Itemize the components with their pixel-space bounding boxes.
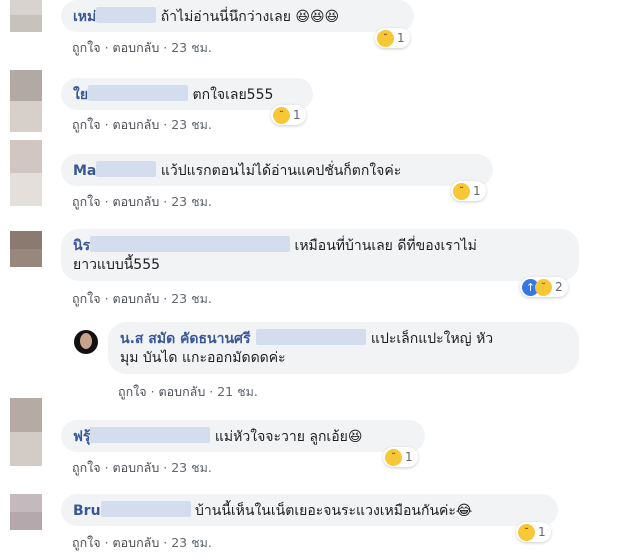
like-link[interactable]: ถูกใจ: [72, 460, 101, 475]
comment-author[interactable]: Bru: [73, 503, 101, 519]
like-link[interactable]: ถูกใจ: [72, 194, 101, 209]
comment-bubble: เหม่ ถ้าไม่อ่านนี่นึกว่างเลย 😆😆😆: [61, 0, 414, 32]
comment-author[interactable]: น.ส สมัด คัดธนานศรี: [120, 331, 250, 347]
reply-link[interactable]: ตอบกลับ: [113, 194, 160, 209]
comment-time[interactable]: 23 ชม.: [171, 460, 212, 475]
comment-text: แม่หัวใจจะวาย ลูกเอ้ย😆: [214, 429, 363, 445]
comment-bubble: น.ส สมัด คัดธนานศรี แปะเล็กแปะใหญ่ หัว ม…: [108, 322, 579, 374]
comment-text: แว้ปแรกตอนไม่ได้อ่านแคปชั่นก็ตกใจค่ะ: [160, 163, 402, 179]
comment-author[interactable]: นิร: [73, 238, 90, 254]
comment-text: บ้านนี้เห็นในเน็ตเยอะจนระแวงเหมือนกันค่ะ…: [195, 503, 473, 519]
comment-actions: ถูกใจ · ตอบกลับ · 23 ชม.: [72, 40, 212, 55]
comment-actions: ถูกใจ · ตอบกลับ · 23 ชม.: [72, 291, 212, 306]
reply-link[interactable]: ตอบกลับ: [113, 291, 160, 306]
avatar[interactable]: [10, 70, 42, 132]
haha-icon: ˘: [273, 106, 290, 124]
comment-time[interactable]: 23 ชม.: [171, 40, 212, 55]
comment-bubble: Bru บ้านนี้เห็นในเน็ตเยอะจนระแวงเหมือนกั…: [61, 494, 558, 526]
comment-text-line1: เหมือนที่บ้านเลย ดีที่ของเราไม่: [294, 238, 477, 254]
blurred-name: [96, 161, 157, 177]
reply-link[interactable]: ตอบกลับ: [113, 117, 160, 132]
reaction-count[interactable]: ˘ 1: [375, 28, 410, 48]
comment-author[interactable]: ใย: [73, 87, 88, 103]
like-link[interactable]: ถูกใจ: [72, 40, 101, 55]
avatar[interactable]: [10, 494, 42, 530]
like-link[interactable]: ถูกใจ: [72, 535, 101, 550]
blurred-name: [96, 7, 157, 23]
comment-bubble: ใย ตกใจเลย555: [61, 78, 313, 110]
haha-icon: ˘: [518, 523, 535, 541]
like-link[interactable]: ถูกใจ: [72, 117, 101, 132]
comment-time[interactable]: 21 ชม.: [217, 384, 258, 399]
comment-text: ถ้าไม่อ่านนี่นึกว่างเลย 😆😆😆: [160, 9, 340, 25]
reaction-count[interactable]: ˘ 1: [451, 181, 486, 201]
haha-icon: ˘: [453, 182, 470, 200]
avatar[interactable]: [10, 231, 42, 267]
comment-time[interactable]: 23 ชม.: [171, 291, 212, 306]
comment-time[interactable]: 23 ชม.: [171, 535, 212, 550]
comment-text-line2: มุม บันได แกะออกมัดดดค่ะ: [120, 350, 286, 366]
reaction-count[interactable]: ˘ 1: [271, 105, 306, 125]
comment-actions: ถูกใจ · ตอบกลับ · 23 ชม.: [72, 460, 212, 475]
reaction-count[interactable]: ↑ ˘ 2: [520, 277, 568, 297]
comment-actions: ถูกใจ · ตอบกลับ · 21 ชม.: [118, 384, 258, 399]
comment-text-line1: แปะเล็กแปะใหญ่ หัว: [370, 331, 494, 347]
avatar[interactable]: [10, 0, 42, 32]
haha-icon: ˘: [385, 448, 402, 466]
reply-link[interactable]: ตอบกลับ: [159, 384, 206, 399]
comment-bubble: ฟรุ้ แม่หัวใจจะวาย ลูกเอ้ย😆: [61, 420, 425, 452]
comment-bubble: Ma แว้ปแรกตอนไม่ได้อ่านแคปชั่นก็ตกใจค่ะ: [61, 154, 493, 186]
reaction-count[interactable]: ˘ 1: [516, 522, 551, 542]
haha-icon: ˘: [535, 278, 552, 296]
reply-link[interactable]: ตอบกลับ: [113, 40, 160, 55]
haha-icon: ˘: [377, 29, 394, 47]
avatar[interactable]: [10, 140, 42, 206]
comment-actions: ถูกใจ · ตอบกลับ · 23 ชม.: [72, 194, 212, 209]
comment-actions: ถูกใจ · ตอบกลับ · 23 ชม.: [72, 117, 212, 132]
comment-bubble: นิร เหมือนที่บ้านเลย ดีที่ของเราไม่ ยาวแ…: [61, 229, 579, 281]
blurred-name: [88, 85, 189, 101]
blurred-name: [256, 329, 367, 345]
comment-time[interactable]: 23 ชม.: [171, 194, 212, 209]
reaction-count[interactable]: ˘ 1: [383, 447, 418, 467]
like-link[interactable]: ถูกใจ: [72, 291, 101, 306]
comment-text-line2: ยาวแบบนี้555: [73, 257, 161, 273]
comment-author[interactable]: Ma: [73, 163, 96, 179]
blurred-name: [90, 427, 211, 443]
blurred-name: [100, 501, 191, 517]
avatar[interactable]: [10, 398, 42, 466]
comment-actions: ถูกใจ · ตอบกลับ · 23 ชม.: [72, 535, 212, 550]
comment-text: ตกใจเลย555: [192, 87, 274, 103]
avatar[interactable]: [74, 330, 98, 354]
reply-link[interactable]: ตอบกลับ: [113, 460, 160, 475]
like-link[interactable]: ถูกใจ: [118, 384, 147, 399]
reply-link[interactable]: ตอบกลับ: [113, 535, 160, 550]
blurred-name: [90, 236, 291, 252]
comment-author[interactable]: เหม่: [73, 9, 96, 25]
comment-time[interactable]: 23 ชม.: [171, 117, 212, 132]
comment-author[interactable]: ฟรุ้: [73, 429, 90, 445]
